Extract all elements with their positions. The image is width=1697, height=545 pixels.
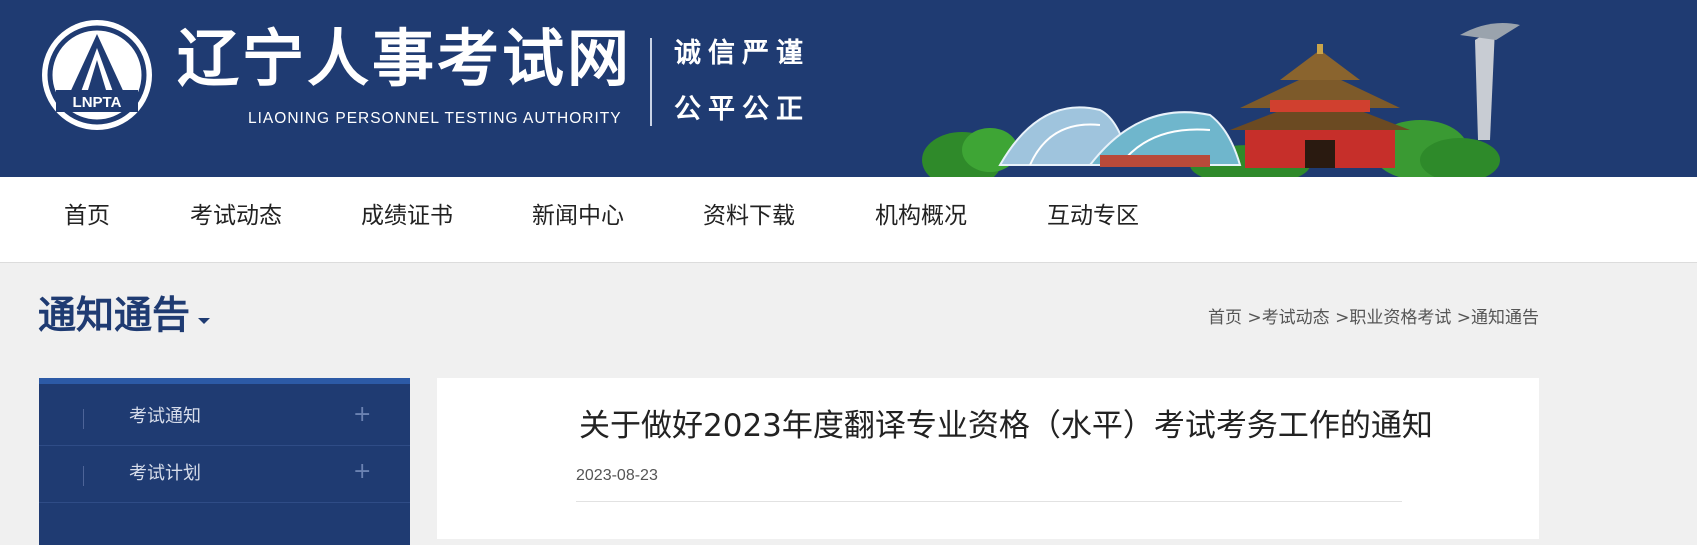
nav-item-about[interactable]: 机构概况 [875,205,967,228]
logo-emblem-icon: LNPTA [47,25,147,125]
nav-item-interaction[interactable]: 互动专区 [1047,205,1139,228]
sidebar-item-label: 考试通知 [129,406,201,427]
nav-item-news-center[interactable]: 新闻中心 [532,205,624,228]
nav-item-exam-news[interactable]: 考试动态 [190,205,282,228]
site-title: 辽宁人事考试网 [177,22,633,95]
breadcrumb-qualification-exams[interactable]: 职业资格考试 [1349,308,1451,328]
breadcrumb-home[interactable]: 首页 [1208,308,1242,328]
article-panel: 关于做好2023年度翻译专业资格（水平）考试考务工作的通知 2023-08-23 [437,378,1539,539]
caret-down-icon[interactable] [198,318,210,324]
sidebar-item-exam-notices[interactable]: 考试通知 + [39,390,410,446]
logo-text: LNPTA [73,94,122,111]
motto-line-2: 公平公正 [674,94,810,125]
sidebar: 考试通知 + 考试计划 + [39,378,410,545]
plus-icon[interactable]: + [353,461,371,483]
sidebar-item-label: 考试计划 [129,463,201,484]
section-title: 通知通告 [38,293,191,337]
motto-line-1: 诚信严谨 [674,38,810,69]
breadcrumb: 首页 >考试动态 >职业资格考试 >通知通告 [1208,308,1539,328]
nav-item-downloads[interactable]: 资料下载 [703,205,795,228]
article-date: 2023-08-23 [576,467,658,484]
plus-icon[interactable]: + [353,404,371,426]
nav-item-scores-certificates[interactable]: 成绩证书 [361,205,453,228]
sidebar-item-exam-plans[interactable]: 考试计划 + [39,447,410,503]
site-header: LNPTA 辽宁人事考试网 LIAONING PERSONNEL TESTING… [0,0,1697,177]
nav-item-home[interactable]: 首页 [64,205,110,228]
breadcrumb-notices[interactable]: 通知通告 [1471,308,1539,328]
header-divider [650,38,652,126]
item-marker [83,409,84,429]
breadcrumb-exam-news[interactable]: 考试动态 [1262,308,1330,328]
site-subtitle: LIAONING PERSONNEL TESTING AUTHORITY [248,110,622,127]
divider [39,502,410,503]
item-marker [83,466,84,486]
main-nav: 首页 考试动态 成绩证书 新闻中心 资料下载 机构概况 互动专区 [0,177,1697,263]
article-divider [576,501,1402,502]
article-title: 关于做好2023年度翻译专业资格（水平）考试考务工作的通知 [579,408,1433,444]
landmark-illustration [922,22,1520,177]
lnpta-logo[interactable]: LNPTA [42,20,152,130]
divider [39,445,410,446]
